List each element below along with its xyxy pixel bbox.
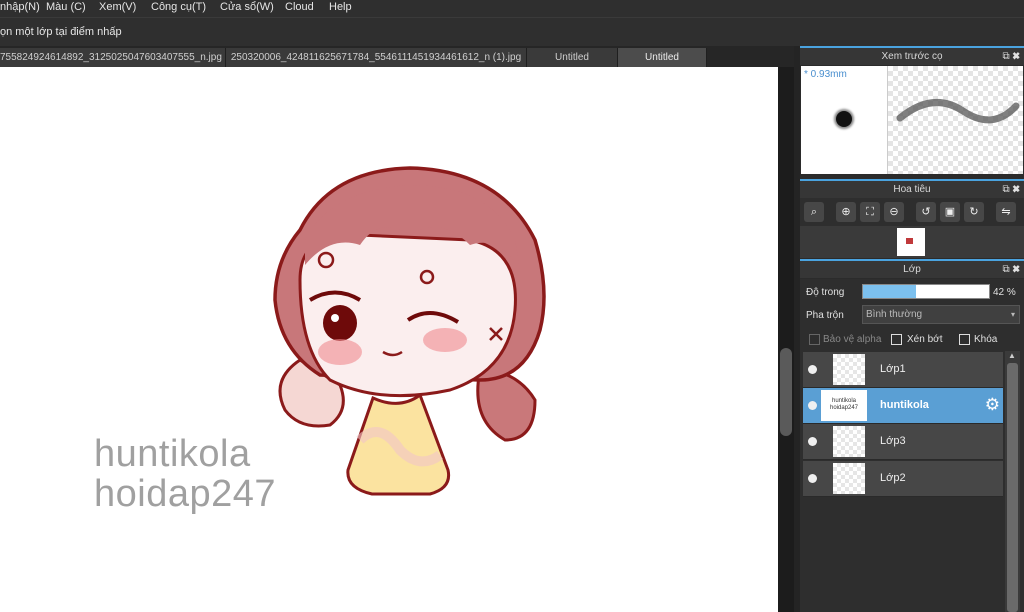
- menu-item-window[interactable]: Cửa sổ(W): [220, 1, 274, 13]
- lock-label: Khóa: [974, 334, 998, 345]
- zoom-fit-icon[interactable]: ⌕: [804, 202, 824, 222]
- layer-name: Lớp3: [880, 435, 906, 447]
- brush-preview-header: Xem trước cọ ⧉ ✖: [800, 46, 1024, 65]
- layer-name: huntikola: [880, 399, 929, 411]
- layer-name: Lớp2: [880, 472, 906, 484]
- navigator-header: Hoa tiêu ⧉ ✖: [800, 179, 1024, 198]
- close-icon[interactable]: ✖: [1012, 184, 1020, 195]
- menu-item-view[interactable]: Xem(V): [99, 1, 136, 13]
- layer-thumbnail: [833, 426, 865, 457]
- brush-preview-title: Xem trước cọ: [881, 51, 943, 62]
- protect-alpha-label: Bảo vệ alpha: [823, 334, 882, 345]
- document-tab-bar: 755824924614892_3125025047603407555_n.jp…: [0, 46, 800, 67]
- visibility-eye-icon[interactable]: [808, 474, 817, 483]
- brush-size-value: * 0.93mm: [804, 69, 847, 80]
- navigator-preview[interactable]: [800, 226, 1024, 258]
- opacity-value: 42 %: [993, 287, 1016, 298]
- navigator-toolbar: ⌕ ⊕ ⛶ ⊖ ↺ ▣ ↻ ⇋: [800, 198, 1024, 226]
- opacity-slider-fill: [863, 285, 916, 298]
- blend-mode-select[interactable]: Bình thường ▾: [862, 305, 1020, 324]
- layer-thumbnail: [833, 463, 865, 494]
- brush-stroke-preview: [888, 66, 1023, 174]
- layer-row-huntikola[interactable]: huntikola hoidap247 huntikola ⚙: [803, 388, 1003, 424]
- watermark-line-1: huntikola: [94, 433, 251, 475]
- lock-checkbox[interactable]: [959, 334, 970, 345]
- rotate-left-icon[interactable]: ↺: [916, 202, 936, 222]
- watermark-line-2: hoidap247: [94, 473, 277, 515]
- tab-untitled-2[interactable]: Untitled: [618, 48, 707, 67]
- blend-label: Pha trộn: [806, 310, 844, 321]
- opacity-slider[interactable]: [862, 284, 990, 299]
- layer-row-lop2[interactable]: Lớp2: [803, 461, 1003, 497]
- scroll-up-icon[interactable]: ▲: [1008, 351, 1016, 360]
- clipping-checkbox[interactable]: [891, 334, 902, 345]
- layers-panel: Độ trong 42 % Pha trộn Bình thường ▾ Bảo…: [800, 279, 1024, 612]
- drawing-canvas[interactable]: huntikola hoidap247: [0, 67, 778, 612]
- visibility-eye-icon[interactable]: [808, 401, 817, 410]
- menu-item-cloud[interactable]: Cloud: [285, 1, 314, 13]
- layers-title: Lớp: [903, 264, 921, 275]
- rotate-right-icon[interactable]: ↻: [964, 202, 984, 222]
- canvas-scroll-thumb[interactable]: [780, 348, 792, 436]
- zoom-out-icon[interactable]: ⊖: [884, 202, 904, 222]
- menu-item-help[interactable]: Help: [329, 1, 352, 13]
- layers-scroll-thumb[interactable]: [1007, 363, 1018, 612]
- menu-item-select[interactable]: nhập(N): [0, 1, 40, 13]
- navigator-title: Hoa tiêu: [893, 184, 931, 195]
- protect-alpha-checkbox[interactable]: [809, 334, 820, 345]
- close-icon[interactable]: ✖: [1012, 51, 1020, 62]
- menu-item-tools[interactable]: Công cụ(T): [151, 1, 206, 13]
- tool-hint-text: ọn một lớp tại điểm nhấp: [0, 26, 122, 38]
- navigator-thumbnail[interactable]: [897, 228, 925, 256]
- chibi-drawing: [273, 166, 546, 496]
- brush-dot-icon: [836, 111, 852, 127]
- menu-bar: nhập(N) Màu (C) Xem(V) Công cụ(T) Cửa sổ…: [0, 0, 1024, 17]
- opacity-label: Độ trong: [806, 287, 845, 298]
- blend-mode-value: Bình thường: [866, 309, 923, 320]
- reset-rotation-icon[interactable]: ▣: [940, 202, 960, 222]
- layer-name: Lớp1: [880, 363, 906, 375]
- fit-window-icon[interactable]: ⛶: [860, 202, 880, 222]
- tab-image-2[interactable]: 250320006_424811625671784_55461114519344…: [226, 48, 527, 67]
- visibility-eye-icon[interactable]: [808, 365, 817, 374]
- undock-icon[interactable]: ⧉: [1002, 51, 1009, 62]
- close-icon[interactable]: ✖: [1012, 264, 1020, 275]
- visibility-eye-icon[interactable]: [808, 437, 817, 446]
- chevron-down-icon: ▾: [1010, 310, 1015, 319]
- flip-horizontal-icon[interactable]: ⇋: [996, 202, 1016, 222]
- canvas-vertical-scrollbar[interactable]: [778, 67, 794, 612]
- menu-item-color[interactable]: Màu (C): [46, 1, 86, 13]
- brush-size-preview: * 0.93mm: [801, 66, 888, 174]
- layer-thumbnail: [833, 354, 865, 385]
- layer-row-lop3[interactable]: Lớp3: [803, 424, 1003, 460]
- gear-icon[interactable]: ⚙: [985, 395, 1000, 415]
- tab-untitled-1[interactable]: Untitled: [527, 48, 618, 67]
- layers-header: Lớp ⧉ ✖: [800, 259, 1024, 278]
- tab-image-1[interactable]: 755824924614892_3125025047603407555_n.jp…: [0, 48, 226, 67]
- zoom-in-icon[interactable]: ⊕: [836, 202, 856, 222]
- undock-icon[interactable]: ⧉: [1002, 264, 1009, 275]
- undock-icon[interactable]: ⧉: [1002, 184, 1009, 195]
- tool-options-bar: ọn một lớp tại điểm nhấp: [0, 17, 1024, 47]
- layer-thumbnail: huntikola hoidap247: [821, 390, 867, 421]
- clipping-label: Xén bớt: [907, 334, 943, 345]
- brush-preview: * 0.93mm: [801, 66, 1023, 174]
- layer-row-lop1[interactable]: Lớp1: [803, 352, 1003, 388]
